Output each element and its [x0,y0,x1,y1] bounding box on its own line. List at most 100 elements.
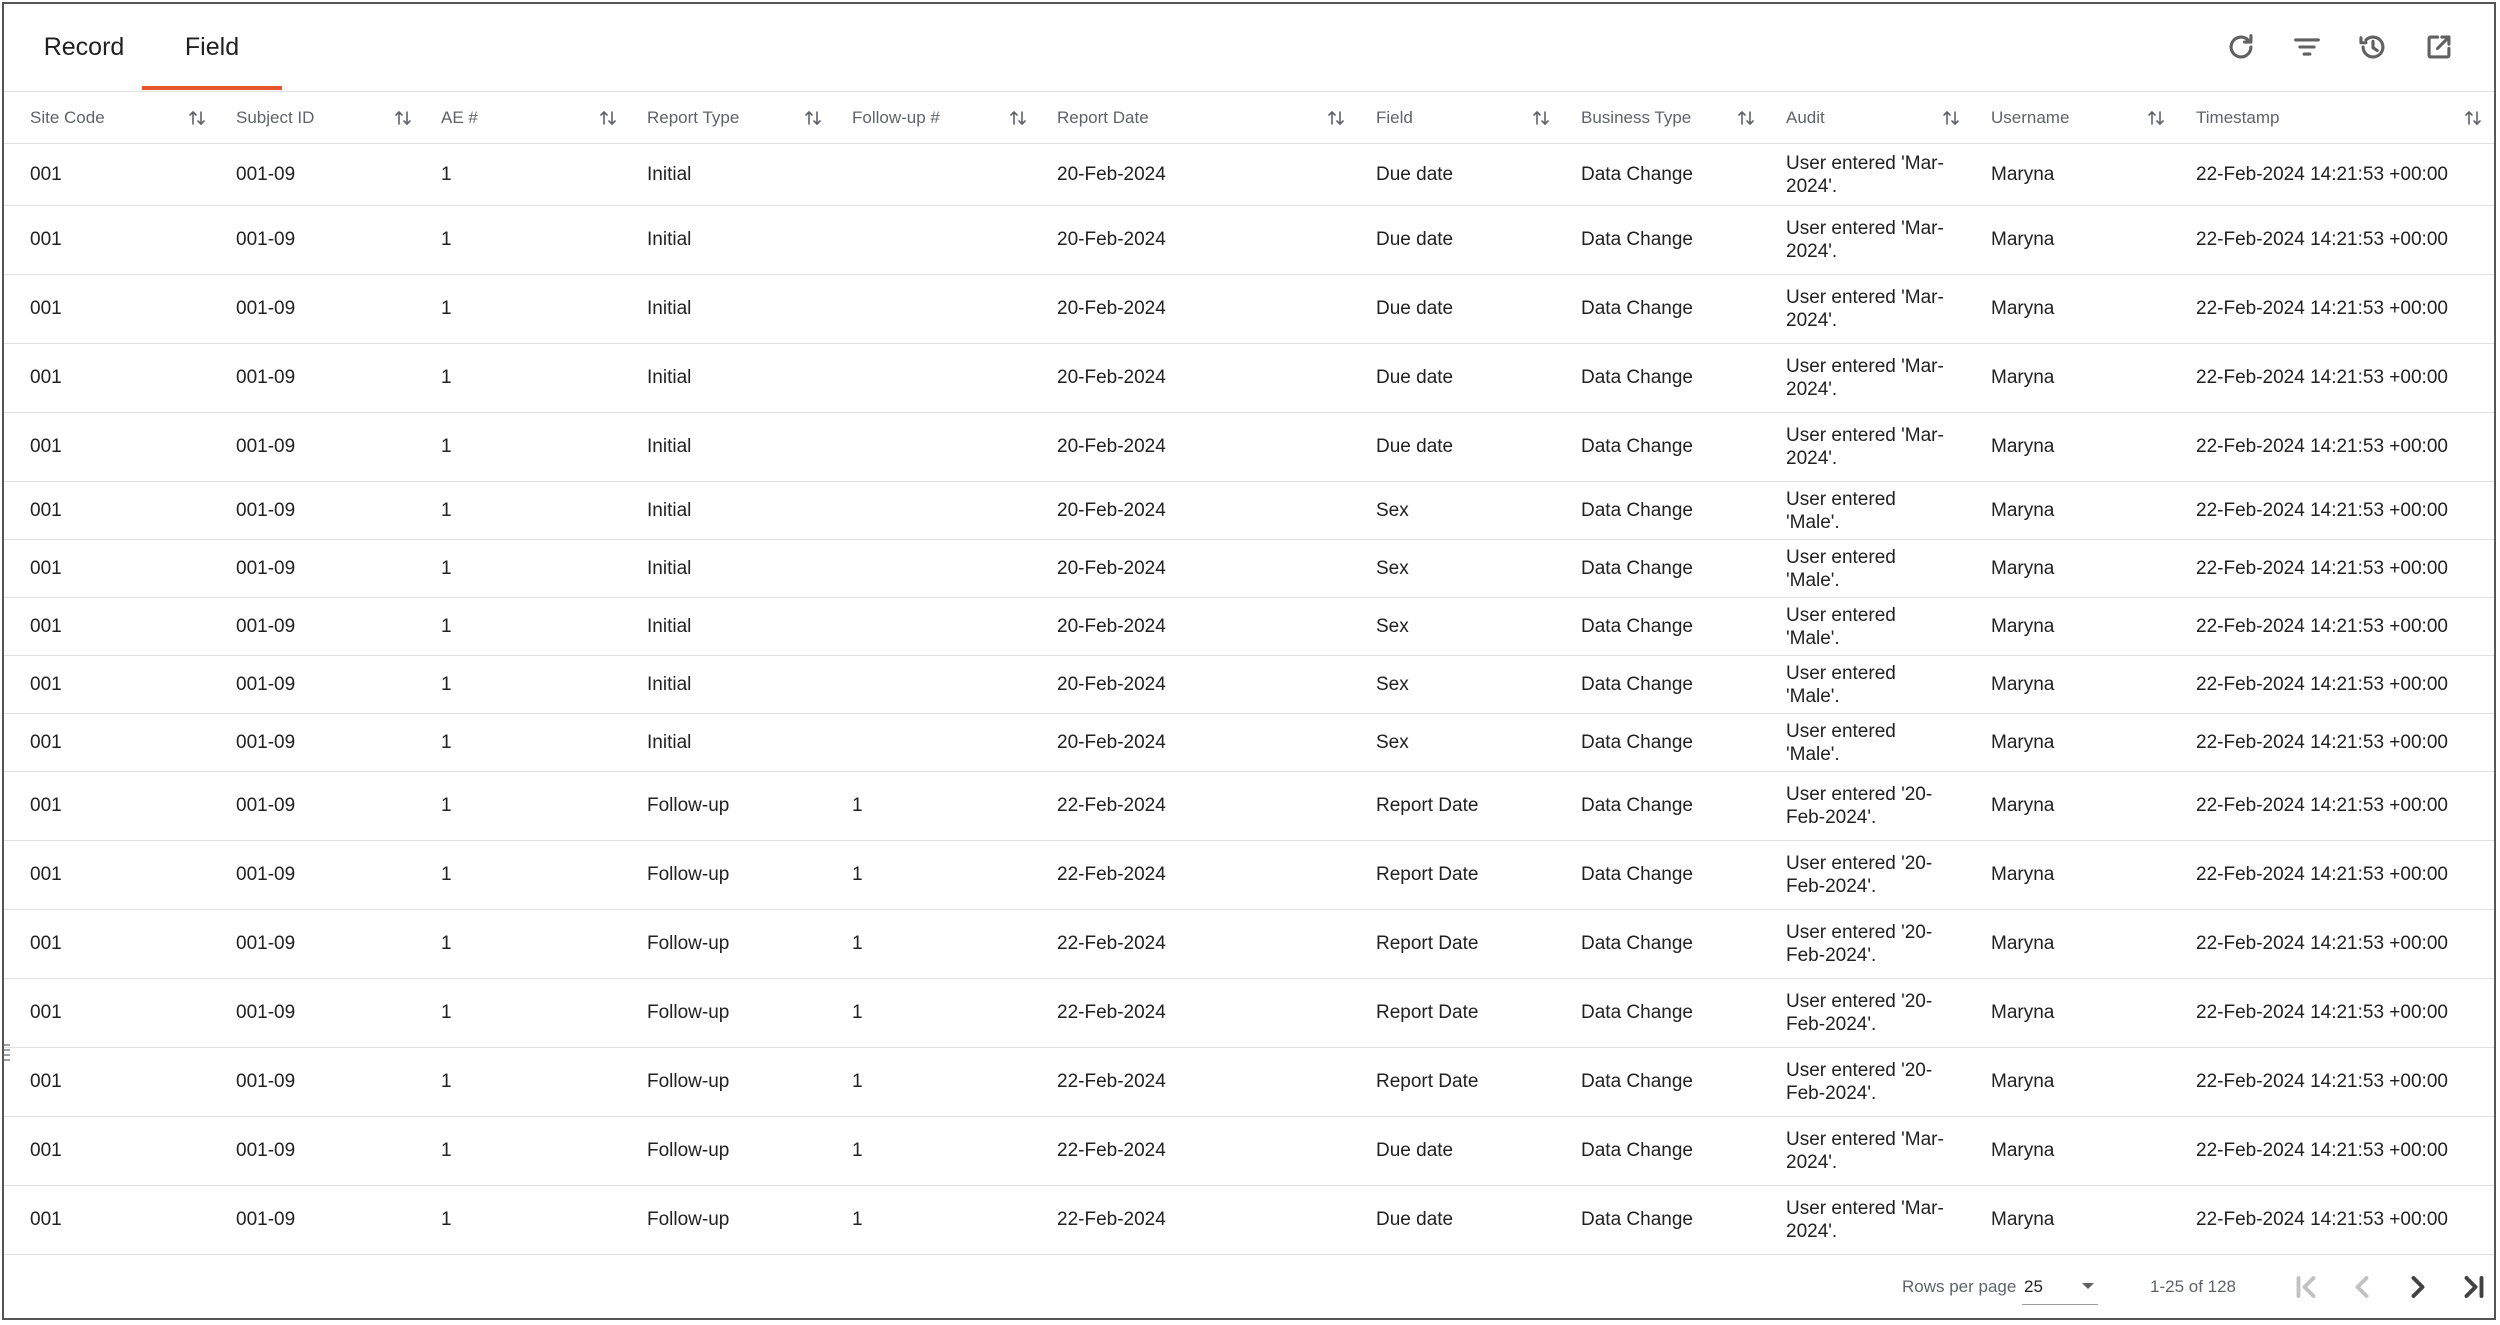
table-cell: 001 [30,731,62,753]
column-header-ae[interactable]: AE # [441,92,478,144]
sort-icon[interactable] [1327,108,1345,128]
table-cell: Follow-up [647,1209,730,1230]
table-row[interactable]: 001 001-09 1 Initial 20-Feb-2024 Due date Data… [4,275,2494,344]
history-icon[interactable] [2356,30,2390,64]
sort-icon[interactable] [2147,108,2165,128]
column-header-report-date[interactable]: Report Date [1057,92,1149,144]
table-row[interactable]: 001 001-09 1 Initial 20-Feb-2024 Due date Data… [4,144,2494,206]
table-row[interactable]: 001 001-09 1 Initial 20-Feb-2024 Sex Data Chan… [4,482,2494,540]
table-cell: User entered 'Mar-2024'. [1786,1129,1944,1173]
pagination-bar: Rows per page 25 1-25 of 128 [4,1254,2494,1318]
first-page-button[interactable] [2288,1269,2324,1305]
table-cell: User entered 'Male'. [1786,720,1896,765]
table-cell: 001-09 [236,367,296,388]
table-row[interactable]: 001 001-09 1 Follow-up 1 22-Feb-2024 Report Da… [4,910,2494,979]
table-cell: 1 [852,864,863,885]
rows-per-page-label: Rows per page [1902,1277,2017,1296]
table-cell: 001-09 [236,933,296,954]
last-page-button[interactable] [2456,1269,2492,1305]
tab-field[interactable]: Field [142,4,282,90]
sort-icon[interactable] [599,108,617,128]
sort-icon[interactable] [1737,108,1755,128]
table-cell: 1 [441,298,452,319]
table-cell: 1 [441,436,452,457]
open-in-new-icon[interactable] [2422,30,2456,64]
sort-icon[interactable] [1009,108,1027,128]
table-row[interactable]: 001 001-09 1 Follow-up 1 22-Feb-2024 Report Da… [4,1048,2494,1117]
table-row[interactable]: 001 001-09 1 Follow-up 1 22-Feb-2024 Due date D… [4,1117,2494,1186]
table-cell: User entered 'Male'. [1786,604,1896,649]
table-cell: 22-Feb-2024 [1057,1140,1166,1161]
column-header-follow-up[interactable]: Follow-up # [852,92,940,144]
table-cell: 001-09 [236,864,296,885]
table-cell: 20-Feb-2024 [1057,615,1166,637]
table-row[interactable]: 001 001-09 1 Initial 20-Feb-2024 Sex Data Chan… [4,598,2494,656]
table-cell: Maryna [1991,673,2055,695]
table-row[interactable]: 001 001-09 1 Initial 20-Feb-2024 Sex Data Chan… [4,656,2494,714]
table-cell: 22-Feb-2024 14:21:53 +00:00 [2196,864,2448,885]
table-cell: Report Date [1376,795,1479,816]
table-row[interactable]: 001 001-09 1 Initial 20-Feb-2024 Due date Data… [4,413,2494,482]
table-cell: 001 [30,1209,62,1230]
table-cell: Maryna [1991,615,2055,637]
table-cell: Data Change [1581,557,1693,579]
table-cell: 001-09 [236,163,296,185]
sort-icon[interactable] [1532,108,1550,128]
table-cell: 22-Feb-2024 14:21:53 +00:00 [2196,229,2448,250]
sort-icon[interactable] [188,108,206,128]
table-cell: 001 [30,1071,62,1092]
table-cell: Due date [1376,436,1454,457]
table-cell: User entered 'Male'. [1786,546,1896,591]
table-cell: Initial [647,615,692,637]
table-row[interactable]: 001 001-09 1 Initial 20-Feb-2024 Sex Data Chan… [4,540,2494,598]
table-row[interactable]: 001 001-09 1 Follow-up 1 22-Feb-2024 Report Da… [4,841,2494,910]
table-cell: User entered '20-Feb-2024'. [1786,922,1933,966]
column-header-audit[interactable]: Audit [1786,92,1825,144]
table-row[interactable]: 001 001-09 1 Follow-up 1 22-Feb-2024 Due date D… [4,1186,2494,1255]
sort-icon[interactable] [2464,108,2482,128]
sort-icon[interactable] [804,108,822,128]
table-cell: Data Change [1581,298,1693,319]
column-header-subject-id[interactable]: Subject ID [236,92,314,144]
column-header-field[interactable]: Field [1376,92,1413,144]
table-cell: User entered 'Mar-2024'. [1786,1198,1944,1242]
table-cell: Initial [647,298,692,319]
tab-record[interactable]: Record [30,4,138,90]
table-cell: 1 [441,229,452,250]
filter-icon[interactable] [2290,30,2324,64]
rows-per-page-select[interactable]: 25 [2022,1269,2098,1305]
sort-icon[interactable] [394,108,412,128]
column-header-username[interactable]: Username [1991,92,2069,144]
column-header-report-type[interactable]: Report Type [647,92,739,144]
table-cell: 22-Feb-2024 [1057,795,1166,816]
table-cell: 22-Feb-2024 14:21:53 +00:00 [2196,673,2448,695]
table-cell: Maryna [1991,731,2055,753]
table-row[interactable]: 001 001-09 1 Initial 20-Feb-2024 Sex Data Chan… [4,714,2494,772]
refresh-icon[interactable] [2224,30,2258,64]
table-cell: 22-Feb-2024 14:21:53 +00:00 [2196,436,2448,457]
table-row[interactable]: 001 001-09 1 Initial 20-Feb-2024 Due date Data… [4,206,2494,275]
table-cell: 001 [30,1140,62,1161]
previous-page-button[interactable] [2344,1269,2380,1305]
table-cell: Maryna [1991,1002,2055,1023]
table-cell: 22-Feb-2024 14:21:53 +00:00 [2196,933,2448,954]
table-row[interactable]: 001 001-09 1 Follow-up 1 22-Feb-2024 Report Da… [4,772,2494,841]
table-cell: 001 [30,229,62,250]
column-header-site-code[interactable]: Site Code [30,92,105,144]
table-row[interactable]: 001 001-09 1 Initial 20-Feb-2024 Due date Data… [4,344,2494,413]
table-cell: Due date [1376,367,1454,388]
table-row[interactable]: 001 001-09 1 Follow-up 1 22-Feb-2024 Report Da… [4,979,2494,1048]
table-cell: Report Date [1376,1002,1479,1023]
next-page-button[interactable] [2400,1269,2436,1305]
column-header-timestamp[interactable]: Timestamp [2196,92,2279,144]
sort-icon[interactable] [1942,108,1960,128]
column-header-business-type[interactable]: Business Type [1581,92,1691,144]
audit-trail-panel: Record Field Site Code Subject ID AE # Repo… [2,2,2496,1320]
resize-handle[interactable] [4,1044,10,1068]
table-cell: 001 [30,673,62,695]
table-cell: Data Change [1581,229,1693,250]
table-cell: User entered '20-Feb-2024'. [1786,784,1933,828]
table-cell: 22-Feb-2024 14:21:53 +00:00 [2196,298,2448,319]
table-cell: 001-09 [236,1209,296,1230]
table-cell: 001-09 [236,673,296,695]
